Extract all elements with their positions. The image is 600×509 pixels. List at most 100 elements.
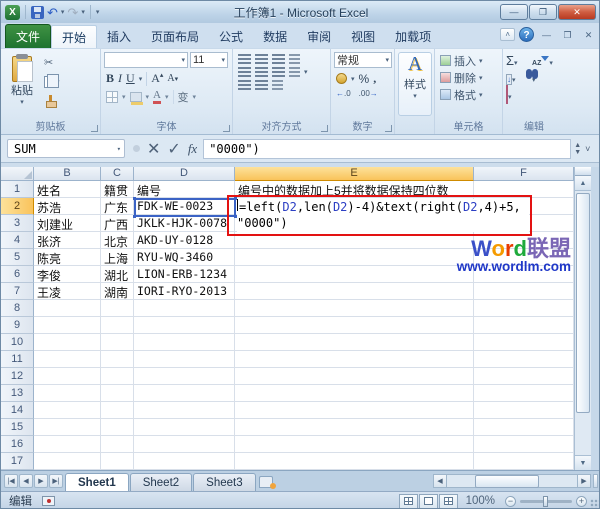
ribbon-tab-7[interactable]: 视图 — [341, 25, 385, 48]
cell-B12[interactable] — [34, 368, 101, 385]
cell-D3[interactable]: JKLK-HJK-0078 — [134, 215, 235, 232]
ribbon-tab-5[interactable]: 数据 — [253, 25, 297, 48]
row-header-15[interactable]: 15 — [1, 419, 34, 436]
sheet-tab-sheet3[interactable]: Sheet3 — [193, 473, 255, 491]
sheet-tab-sheet2[interactable]: Sheet2 — [130, 473, 192, 491]
borders-icon[interactable] — [106, 91, 118, 103]
scroll-right-icon[interactable]: ▶ — [577, 474, 591, 488]
orientation-icon[interactable] — [289, 54, 300, 64]
align-bottom-icon[interactable] — [272, 54, 285, 64]
shrink-font-button[interactable]: A▾ — [167, 73, 178, 84]
font-size-combobox[interactable]: 11▾ — [190, 52, 228, 68]
font-name-combobox[interactable]: ▾ — [104, 52, 188, 68]
cell-C16[interactable] — [101, 436, 134, 453]
column-header-F[interactable]: F — [474, 167, 574, 181]
cell-B6[interactable]: 李俊 — [34, 266, 101, 283]
row-header-10[interactable]: 10 — [1, 334, 34, 351]
cell-B8[interactable] — [34, 300, 101, 317]
cell-C3[interactable]: 广西 — [101, 215, 134, 232]
cell-C5[interactable]: 上海 — [101, 249, 134, 266]
phonetic-guide-button[interactable]: 变 — [178, 89, 189, 105]
format-cells-button[interactable]: 格式▾ — [438, 86, 500, 103]
row-header-7[interactable]: 7 — [1, 283, 34, 300]
cell-B7[interactable]: 王凌 — [34, 283, 101, 300]
cell-C14[interactable] — [101, 402, 134, 419]
row-header-17[interactable]: 17 — [1, 453, 34, 470]
grow-font-button[interactable]: A▴ — [151, 71, 163, 86]
cell-B10[interactable] — [34, 334, 101, 351]
paste-dropdown-icon[interactable]: ▾ — [20, 98, 24, 106]
cell-B2[interactable]: 苏浩 — [34, 198, 101, 215]
ribbon-tab-1[interactable]: 开始 — [51, 25, 97, 48]
cell-D11[interactable] — [134, 351, 235, 368]
cell-E9[interactable] — [235, 317, 474, 334]
column-header-E[interactable]: E — [235, 167, 474, 181]
cell-E12[interactable] — [235, 368, 474, 385]
first-sheet-icon[interactable]: |◀ — [4, 474, 18, 488]
row-header-11[interactable]: 11 — [1, 351, 34, 368]
scroll-up-icon[interactable]: ▲ — [575, 176, 591, 191]
cell-E10[interactable] — [235, 334, 474, 351]
name-box[interactable]: SUM ▾ — [7, 139, 125, 158]
row-header-8[interactable]: 8 — [1, 300, 34, 317]
underline-button[interactable]: U — [126, 71, 135, 86]
scroll-left-icon[interactable]: ◀ — [433, 474, 447, 488]
cell-B11[interactable] — [34, 351, 101, 368]
cell-E5[interactable] — [235, 249, 474, 266]
vertical-scrollbar-thumb[interactable] — [576, 193, 590, 413]
row-header-6[interactable]: 6 — [1, 266, 34, 283]
insert-cells-button[interactable]: 插入▾ — [438, 52, 500, 69]
cell-D10[interactable] — [134, 334, 235, 351]
horizontal-scrollbar-thumb[interactable] — [475, 475, 539, 488]
help-icon[interactable]: ? — [519, 27, 534, 42]
insert-function-button[interactable]: fx — [188, 141, 197, 157]
format-painter-button[interactable] — [44, 92, 84, 109]
cell-F14[interactable] — [474, 402, 574, 419]
delete-cells-button[interactable]: 删除▾ — [438, 69, 500, 86]
copy-button[interactable]: ▾ — [44, 73, 84, 90]
decrease-indent-icon[interactable] — [238, 80, 251, 90]
workbook-restore-button[interactable]: ❐ — [559, 28, 576, 42]
split-handle-icon[interactable] — [575, 167, 591, 176]
cell-B13[interactable] — [34, 385, 101, 402]
prev-sheet-icon[interactable]: ◀ — [19, 474, 33, 488]
cell-B17[interactable] — [34, 453, 101, 470]
comma-style-button[interactable]: , — [373, 71, 376, 86]
paste-button[interactable]: 粘贴 ▾ — [4, 52, 40, 116]
align-middle-icon[interactable] — [255, 54, 268, 64]
cell-E16[interactable] — [235, 436, 474, 453]
workbook-close-button[interactable]: ✕ — [580, 28, 597, 42]
page-layout-view-button[interactable] — [419, 494, 438, 509]
align-left-icon[interactable] — [238, 67, 251, 77]
cell-C12[interactable] — [101, 368, 134, 385]
minimize-button[interactable]: — — [500, 4, 528, 20]
cell-B9[interactable] — [34, 317, 101, 334]
row-header-3[interactable]: 3 — [1, 215, 34, 232]
cell-C17[interactable] — [101, 453, 134, 470]
cell-C8[interactable] — [101, 300, 134, 317]
align-center-icon[interactable] — [255, 67, 268, 77]
increase-indent-icon[interactable] — [255, 80, 268, 90]
select-all-corner[interactable] — [1, 167, 34, 181]
name-box-dropdown-icon[interactable]: ▾ — [117, 145, 121, 153]
cell-D7[interactable]: IORI-RYO-2013 — [134, 283, 235, 300]
row-header-9[interactable]: 9 — [1, 317, 34, 334]
cell-B3[interactable]: 刘建业 — [34, 215, 101, 232]
number-dialog-launcher-icon[interactable] — [385, 125, 392, 132]
cell-E14[interactable] — [235, 402, 474, 419]
zoom-slider[interactable]: − + — [505, 496, 587, 507]
cell-D14[interactable] — [134, 402, 235, 419]
italic-button[interactable]: I — [118, 71, 122, 86]
cell-E13[interactable] — [235, 385, 474, 402]
normal-view-button[interactable] — [399, 494, 418, 509]
cell-D13[interactable] — [134, 385, 235, 402]
currency-format-icon[interactable] — [336, 73, 347, 84]
cell-C9[interactable] — [101, 317, 134, 334]
cell-E15[interactable] — [235, 419, 474, 436]
decrease-decimal-button[interactable]: .00→ — [359, 89, 378, 98]
cell-styles-button[interactable]: A 样式 ▾ — [398, 52, 432, 116]
cell-D9[interactable] — [134, 317, 235, 334]
cell-F7[interactable] — [474, 283, 574, 300]
cell-C1[interactable]: 籍贯 — [101, 181, 134, 198]
maximize-button[interactable]: ❐ — [529, 4, 557, 20]
